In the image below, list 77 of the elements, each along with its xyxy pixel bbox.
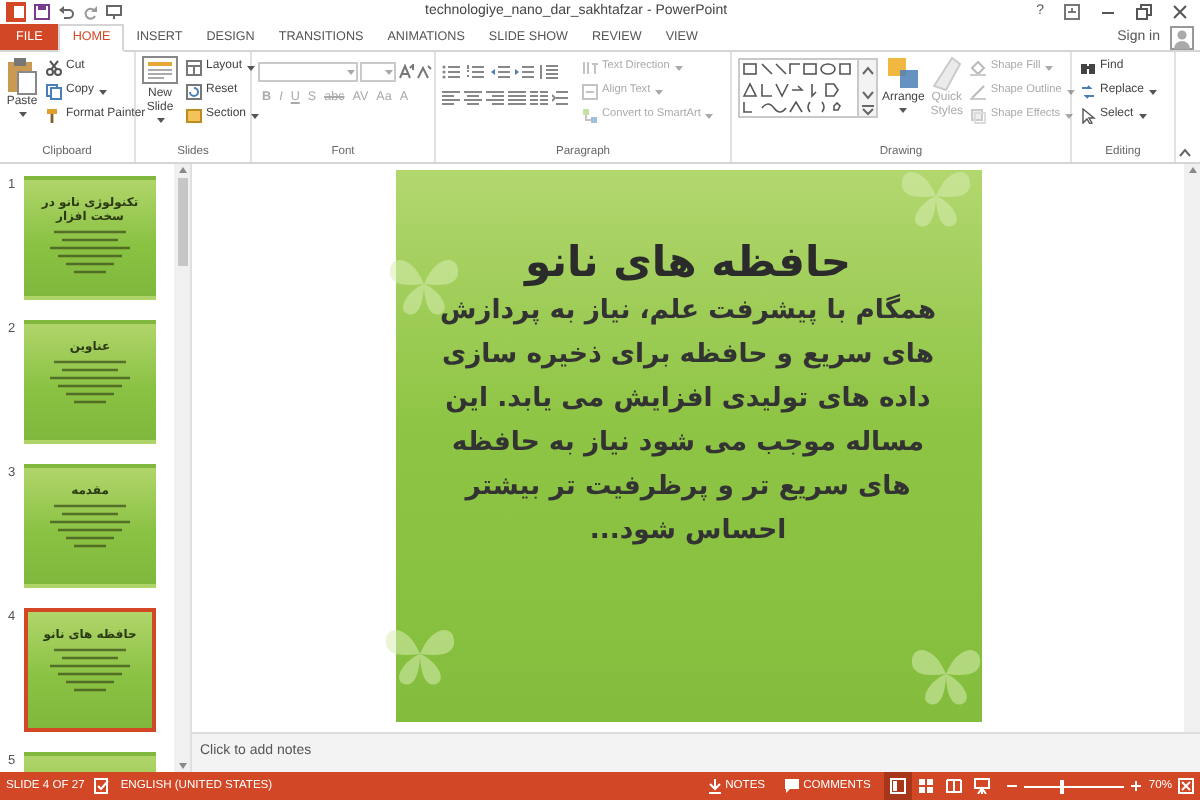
text-direction-icon [582, 59, 598, 75]
restore-button[interactable] [1130, 4, 1158, 20]
columns-icon[interactable] [530, 90, 548, 106]
spell-check-icon[interactable] [94, 778, 111, 794]
caret-icon [1065, 87, 1076, 95]
caret-icon [704, 111, 715, 119]
bullets-icon[interactable] [442, 64, 462, 80]
caret-icon [246, 63, 257, 71]
slide-title: حافظه های نانو [524, 236, 852, 290]
paintbrush-icon [46, 107, 62, 123]
comment-icon [783, 778, 800, 794]
caret-icon [250, 111, 261, 119]
caret-icon [1148, 87, 1159, 95]
caret-icon [346, 68, 356, 76]
caret-icon [898, 106, 909, 114]
ribbon-options-icon [1064, 4, 1080, 20]
app-logo-icon [6, 2, 26, 22]
zoom-slider-thumb[interactable] [1059, 779, 1064, 793]
align-center-icon[interactable] [464, 90, 482, 106]
view-button[interactable] [884, 772, 913, 800]
normal-view-icon [890, 778, 907, 794]
caret-icon [155, 116, 165, 124]
copy-icon [46, 83, 62, 99]
caret-icon [17, 110, 27, 118]
align-left-icon[interactable] [442, 90, 460, 106]
slide-body-text: همگام با پیشرفت علم، نیاز به پردازش های سریع و حافظه برای ذخیره سازی داده های تولیدی افزایش می یابد. این مساله موجب می شود نیاز به حافظه های سریع تر و پرظرفیت تر بیشتر احساس شود... [437, 292, 939, 550]
shapes-gallery[interactable] [738, 58, 878, 118]
arrange-icon [885, 56, 922, 92]
caret-icon [673, 63, 684, 71]
collapse-ribbon-icon[interactable] [1178, 148, 1192, 158]
fit-to-window-icon[interactable] [1178, 778, 1194, 794]
reading-view-icon [946, 778, 963, 794]
paint-bucket-icon [970, 59, 987, 75]
quick-styles-icon [928, 56, 965, 92]
section-icon [186, 107, 202, 123]
shrink-font-icon[interactable] [416, 64, 432, 80]
layout-icon [186, 59, 202, 75]
caret-icon [98, 87, 109, 95]
new-slide-icon [142, 56, 178, 88]
ribbon-display-options-button[interactable] [1058, 4, 1086, 20]
clipboard-icon [6, 56, 38, 96]
save-icon[interactable] [34, 4, 50, 20]
undo-icon[interactable] [58, 4, 74, 20]
scrollbar-thumb[interactable] [177, 178, 187, 266]
slide-show-icon [974, 778, 991, 794]
effects-icon [970, 107, 987, 123]
justify-icon[interactable] [508, 90, 526, 106]
smartart-icon [582, 107, 598, 123]
cursor-icon [1080, 107, 1096, 123]
restore-icon [1136, 4, 1152, 20]
reset-icon [186, 83, 202, 99]
scroll-up-icon[interactable] [1187, 166, 1197, 174]
zoom-in-icon[interactable] [1130, 780, 1143, 792]
binoculars-icon [1080, 59, 1096, 75]
redo-icon[interactable] [82, 4, 98, 20]
caret-icon [1044, 63, 1055, 71]
caret-icon [1137, 111, 1148, 119]
slide-sorter-icon [918, 778, 935, 794]
decrease-indent-icon[interactable] [490, 64, 510, 80]
caret-icon [654, 87, 665, 95]
grow-font-icon[interactable] [398, 64, 414, 80]
caret-icon [384, 68, 394, 76]
pen-icon [970, 83, 987, 99]
start-slideshow-icon[interactable] [106, 4, 122, 20]
align-text-icon [582, 83, 598, 99]
replace-icon [1080, 83, 1096, 99]
right-to-left-icon[interactable] [552, 90, 570, 106]
align-right-icon[interactable] [486, 90, 504, 106]
caret-icon [1064, 111, 1075, 119]
notes-icon [707, 778, 722, 794]
increase-indent-icon[interactable] [514, 64, 534, 80]
scissors-icon [46, 59, 62, 75]
close-icon [1172, 4, 1188, 20]
zoom-out-icon[interactable] [1006, 780, 1019, 792]
line-spacing-icon[interactable] [538, 64, 558, 80]
numbering-icon[interactable] [466, 64, 486, 80]
scroll-up-icon[interactable] [177, 166, 187, 174]
